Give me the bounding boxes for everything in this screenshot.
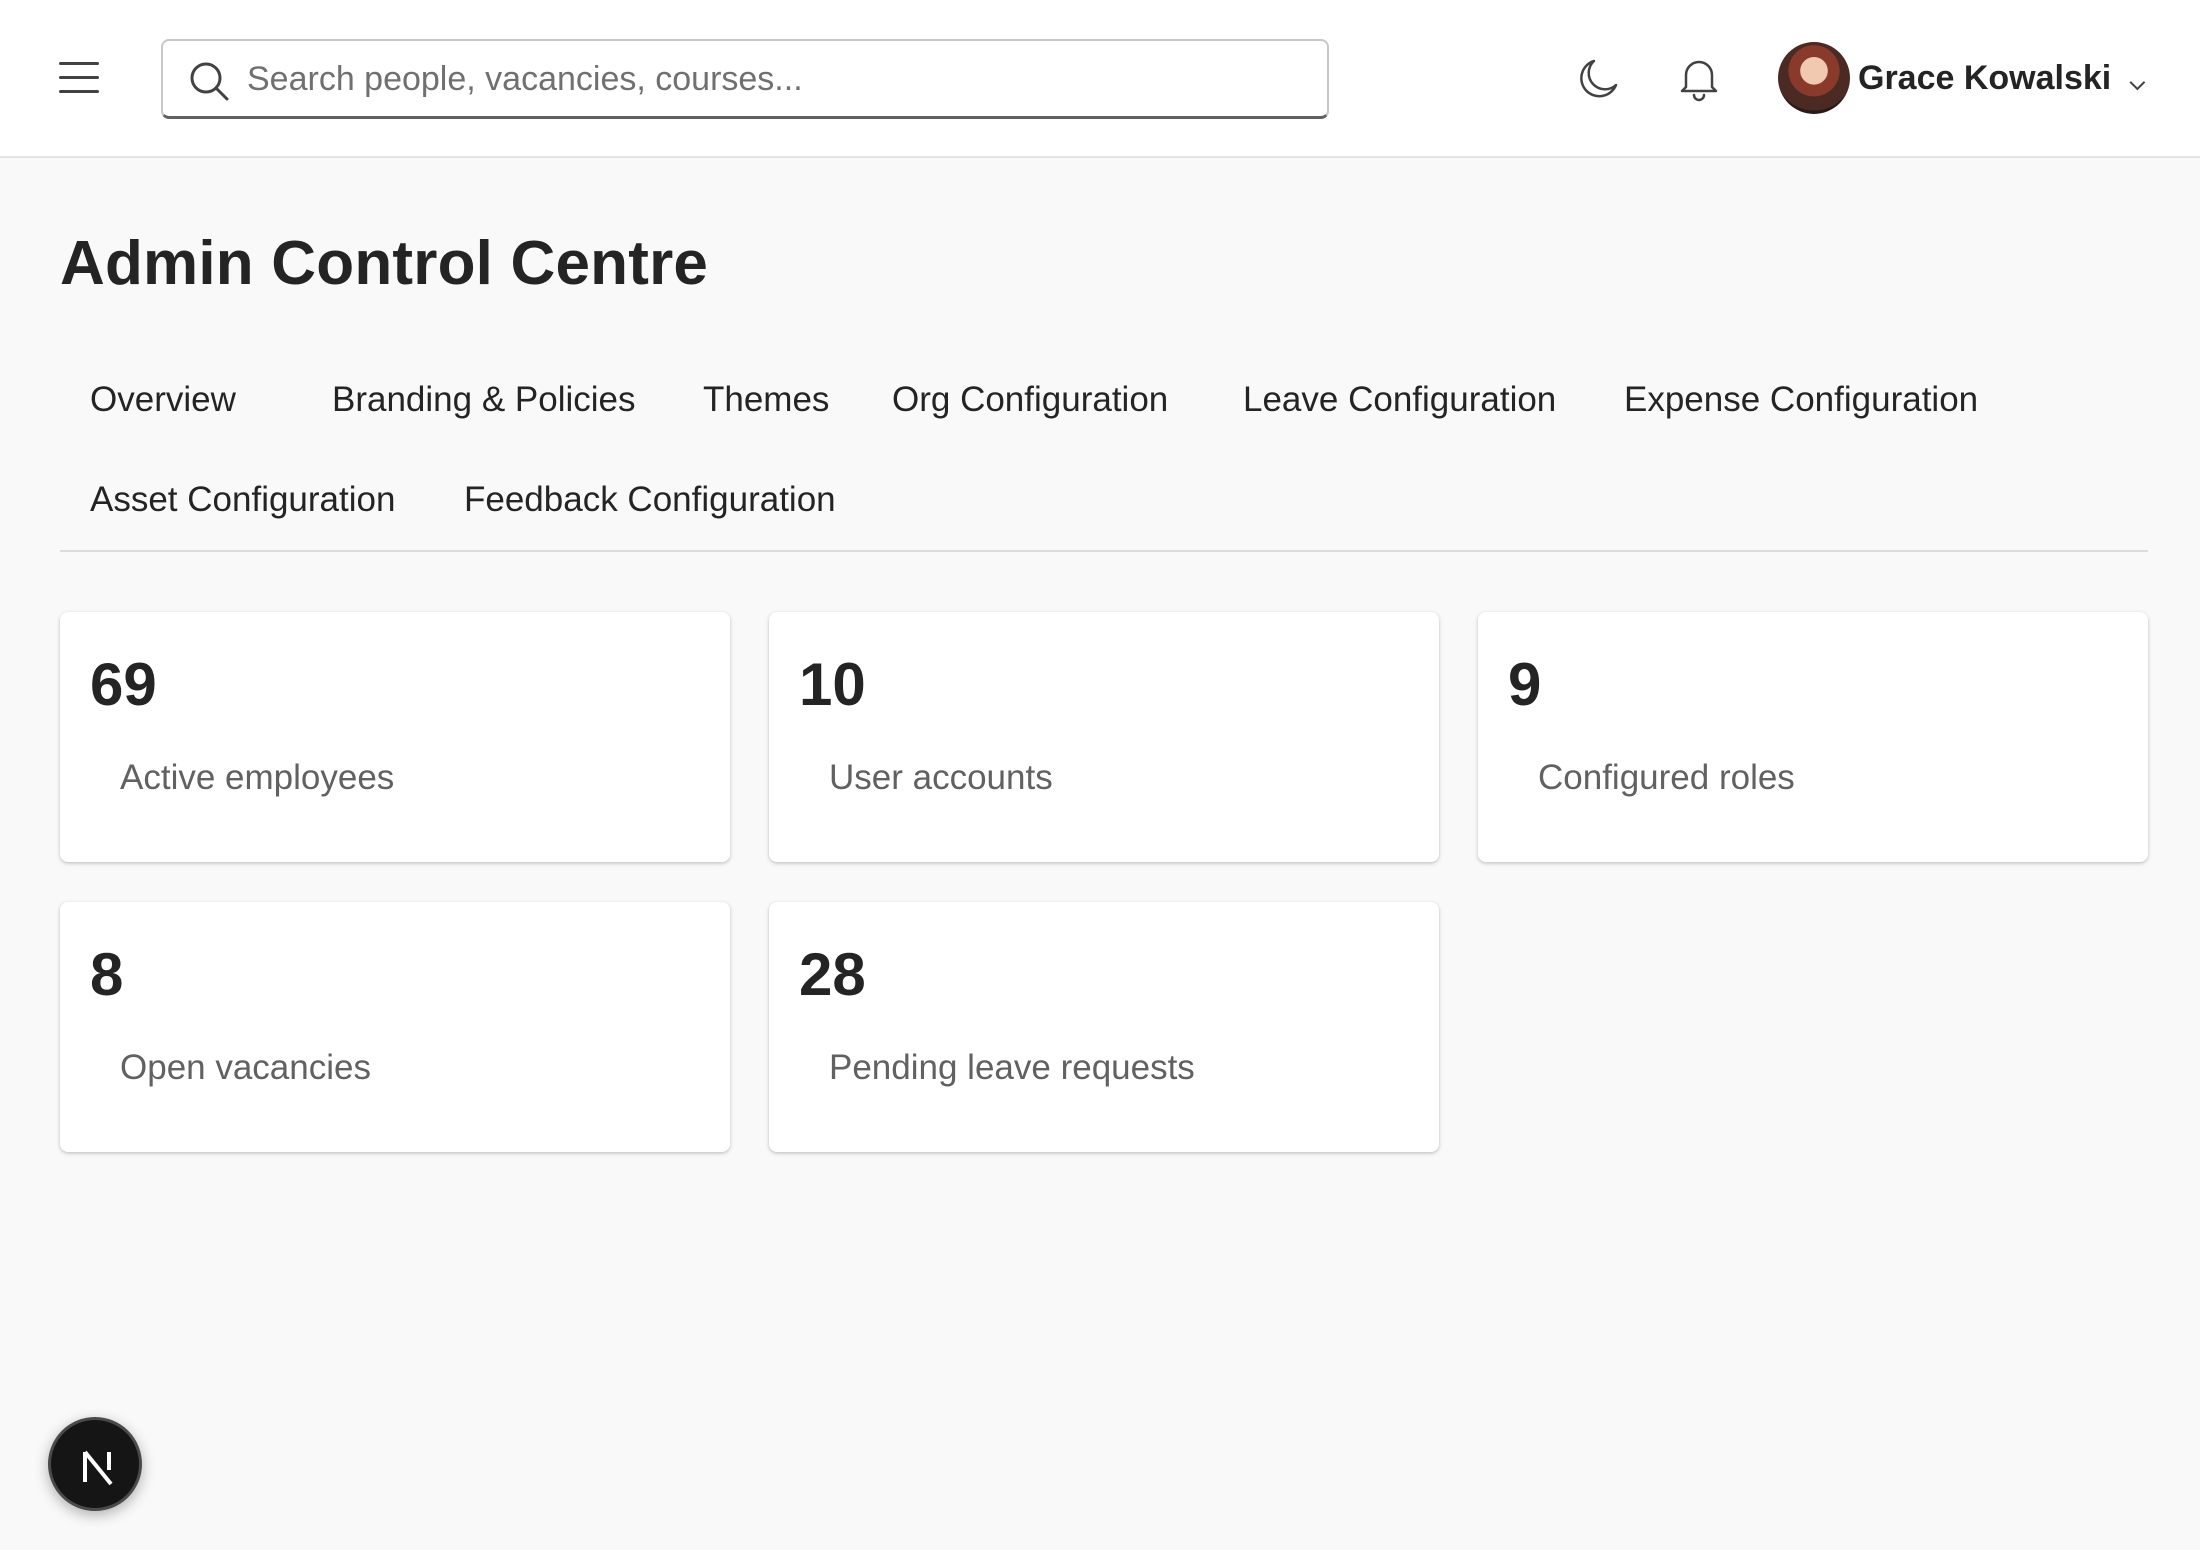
tab-feedback-configuration[interactable]: Feedback Configuration: [434, 468, 866, 532]
admin-tabs: Overview Branding & Policies Themes Org …: [60, 358, 2148, 552]
bell-icon[interactable]: [1674, 53, 1724, 103]
stat-card-pending-leave-requests: 28 Pending leave requests: [769, 902, 1439, 1152]
moon-icon[interactable]: [1574, 53, 1624, 103]
search-input[interactable]: [247, 49, 1307, 109]
stat-value: 8: [90, 941, 124, 1008]
top-bar: Grace Kowalski: [0, 0, 2200, 158]
user-name: Grace Kowalski: [1858, 58, 2112, 97]
stat-label: Pending leave requests: [829, 1048, 1195, 1087]
search-box[interactable]: [161, 39, 1329, 119]
tab-overview[interactable]: Overview: [60, 368, 266, 432]
user-menu[interactable]: Grace Kowalski: [1778, 40, 2148, 116]
stat-label: Active employees: [120, 758, 395, 797]
tab-org-configuration[interactable]: Org Configuration: [862, 368, 1198, 432]
stat-card-active-employees: 69 Active employees: [60, 612, 730, 862]
stat-card-configured-roles: 9 Configured roles: [1478, 612, 2148, 862]
stat-card-user-accounts: 10 User accounts: [769, 612, 1439, 862]
tab-branding-policies[interactable]: Branding & Policies: [302, 368, 666, 432]
avatar: [1778, 42, 1850, 114]
stat-value: 28: [799, 941, 866, 1008]
page-title: Admin Control Centre: [60, 229, 709, 298]
stat-value: 9: [1508, 651, 1542, 718]
chevron-down-icon: [2129, 81, 2146, 91]
tab-expense-configuration[interactable]: Expense Configuration: [1594, 368, 2008, 432]
tab-themes[interactable]: Themes: [673, 368, 859, 432]
stat-value: 10: [799, 651, 866, 718]
stat-label: Configured roles: [1538, 758, 1795, 797]
next-logo-button[interactable]: [48, 1417, 142, 1511]
stat-label: User accounts: [829, 758, 1053, 797]
hamburger-menu-icon[interactable]: [56, 60, 102, 96]
stat-card-open-vacancies: 8 Open vacancies: [60, 902, 730, 1152]
stat-value: 69: [90, 651, 157, 718]
tab-asset-configuration[interactable]: Asset Configuration: [60, 468, 425, 532]
search-icon: [190, 62, 229, 101]
stat-label: Open vacancies: [120, 1048, 371, 1087]
tab-leave-configuration[interactable]: Leave Configuration: [1213, 368, 1586, 432]
next-logo-icon: [83, 1450, 113, 1486]
